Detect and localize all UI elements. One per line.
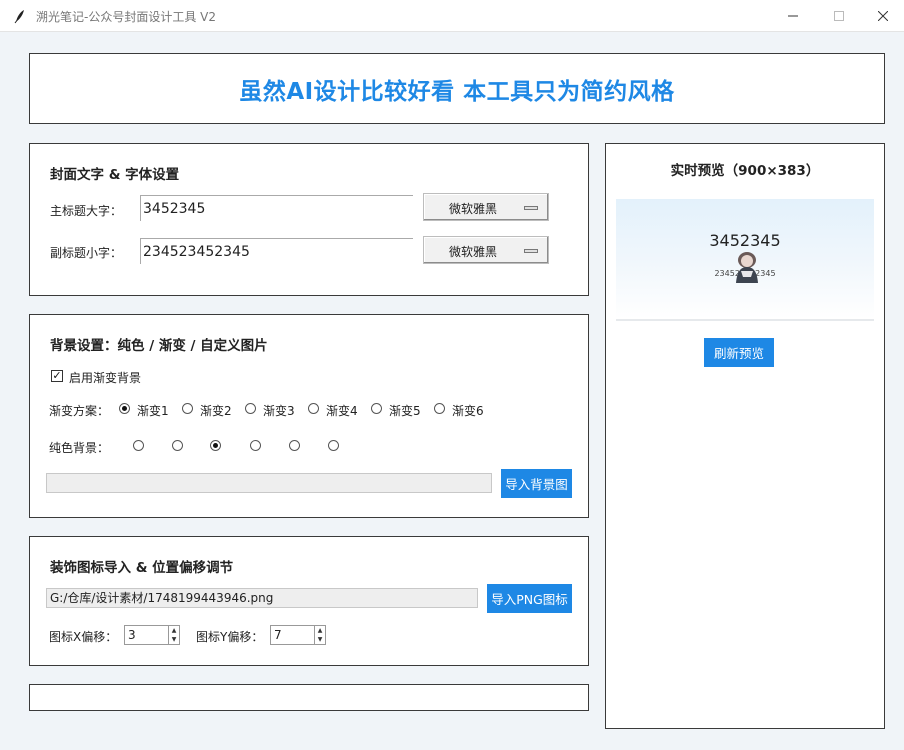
enable-gradient-label: 启用渐变背景 xyxy=(69,371,142,385)
gradient-radio-5[interactable] xyxy=(371,403,382,414)
gradient-option-label: 渐变4 xyxy=(326,404,358,418)
solid-color-radio-1[interactable] xyxy=(133,440,144,451)
icon-y-offset-value: 7 xyxy=(274,628,282,642)
minimize-icon xyxy=(788,15,798,17)
solid-color-radio-6[interactable] xyxy=(328,440,339,451)
dropdown-indicator-icon xyxy=(524,249,538,253)
solid-color-radio-2[interactable] xyxy=(172,440,183,451)
text-settings-panel: 封面文字 & 字体设置 主标题大字： 3452345 微软雅黑 副标题小字： 2… xyxy=(29,143,589,296)
preview-main-text: 3452345 xyxy=(709,231,781,250)
dropdown-indicator-icon xyxy=(524,206,538,210)
feather-icon xyxy=(12,8,28,24)
preview-title: 实时预览（900×383） xyxy=(670,163,820,179)
solid-color-radio-4[interactable] xyxy=(250,440,261,451)
window-titlebar: 溯光笔记-公众号封面设计工具 V2 xyxy=(0,0,904,32)
decorative-character-icon xyxy=(736,252,758,283)
background-settings-panel: 背景设置：纯色 / 渐变 / 自定义图片 ✓ 启用渐变背景 渐变方案： 渐变1 … xyxy=(29,314,589,518)
gradient-radio-6[interactable] xyxy=(434,403,445,414)
sub-title-label: 副标题小字： xyxy=(50,246,123,260)
solid-color-radio-5[interactable] xyxy=(289,440,300,451)
import-png-icon-button[interactable]: 导入PNG图标 xyxy=(487,584,572,613)
icon-x-offset-value: 3 xyxy=(128,628,136,642)
icon-y-offset-spinbox[interactable]: 7 ▲ ▼ xyxy=(270,625,326,645)
icon-settings-title: 装饰图标导入 & 位置偏移调节 xyxy=(50,560,234,576)
refresh-preview-button[interactable]: 刷新预览 xyxy=(704,338,774,367)
banner-text: 虽然AI设计比较好看 本工具只为简约风格 xyxy=(239,78,675,105)
main-font-select[interactable]: 微软雅黑 xyxy=(423,193,549,221)
gradient-radio-1[interactable] xyxy=(119,403,130,414)
gradient-option-label: 渐变5 xyxy=(389,404,421,418)
sub-font-select[interactable]: 微软雅黑 xyxy=(423,236,549,264)
background-image-path-field[interactable] xyxy=(46,473,492,493)
maximize-icon xyxy=(834,11,844,21)
gradient-option-label: 渐变6 xyxy=(452,404,484,418)
main-title-label: 主标题大字： xyxy=(50,204,123,218)
main-title-input[interactable]: 3452345 xyxy=(140,195,413,221)
preview-panel: 实时预览（900×383） 3452345 234523452345 刷新预览 xyxy=(605,143,885,729)
sub-font-label: 微软雅黑 xyxy=(449,245,498,259)
icon-y-offset-label: 图标Y偏移： xyxy=(196,630,264,644)
banner-panel: 虽然AI设计比较好看 本工具只为简约风格 xyxy=(29,53,885,124)
solid-color-label: 纯色背景： xyxy=(49,441,110,455)
icon-x-offset-spinbox[interactable]: 3 ▲ ▼ xyxy=(124,625,180,645)
spin-arrows-icon[interactable]: ▲ ▼ xyxy=(168,626,179,644)
gradient-radio-2[interactable] xyxy=(182,403,193,414)
window-title: 溯光笔记-公众号封面设计工具 V2 xyxy=(36,10,216,24)
gradient-scheme-label: 渐变方案： xyxy=(49,404,110,418)
preview-canvas: 3452345 234523452345 xyxy=(616,199,874,321)
next-settings-panel xyxy=(29,684,589,711)
gradient-option-label: 渐变1 xyxy=(137,404,169,418)
text-settings-title: 封面文字 & 字体设置 xyxy=(50,167,180,183)
gradient-option-label: 渐变3 xyxy=(263,404,295,418)
enable-gradient-checkbox[interactable]: ✓ xyxy=(51,370,63,382)
spin-arrows-icon[interactable]: ▲ ▼ xyxy=(314,626,325,644)
gradient-option-label: 渐变2 xyxy=(200,404,232,418)
gradient-radio-4[interactable] xyxy=(308,403,319,414)
background-settings-title: 背景设置：纯色 / 渐变 / 自定义图片 xyxy=(50,338,268,354)
main-font-label: 微软雅黑 xyxy=(449,202,498,216)
maximize-button[interactable] xyxy=(816,0,862,32)
gradient-radio-3[interactable] xyxy=(245,403,256,414)
import-background-button[interactable]: 导入背景图 xyxy=(501,469,572,498)
sub-title-input[interactable]: 234523452345 xyxy=(140,238,413,264)
close-button[interactable] xyxy=(860,0,904,32)
icon-path-field[interactable]: G:/仓库/设计素材/1748199443946.png xyxy=(46,588,478,608)
minimize-button[interactable] xyxy=(770,0,816,32)
solid-color-radio-3[interactable] xyxy=(210,440,221,451)
icon-settings-panel: 装饰图标导入 & 位置偏移调节 G:/仓库/设计素材/1748199443946… xyxy=(29,536,589,666)
close-icon xyxy=(878,11,888,21)
icon-x-offset-label: 图标X偏移： xyxy=(49,630,118,644)
